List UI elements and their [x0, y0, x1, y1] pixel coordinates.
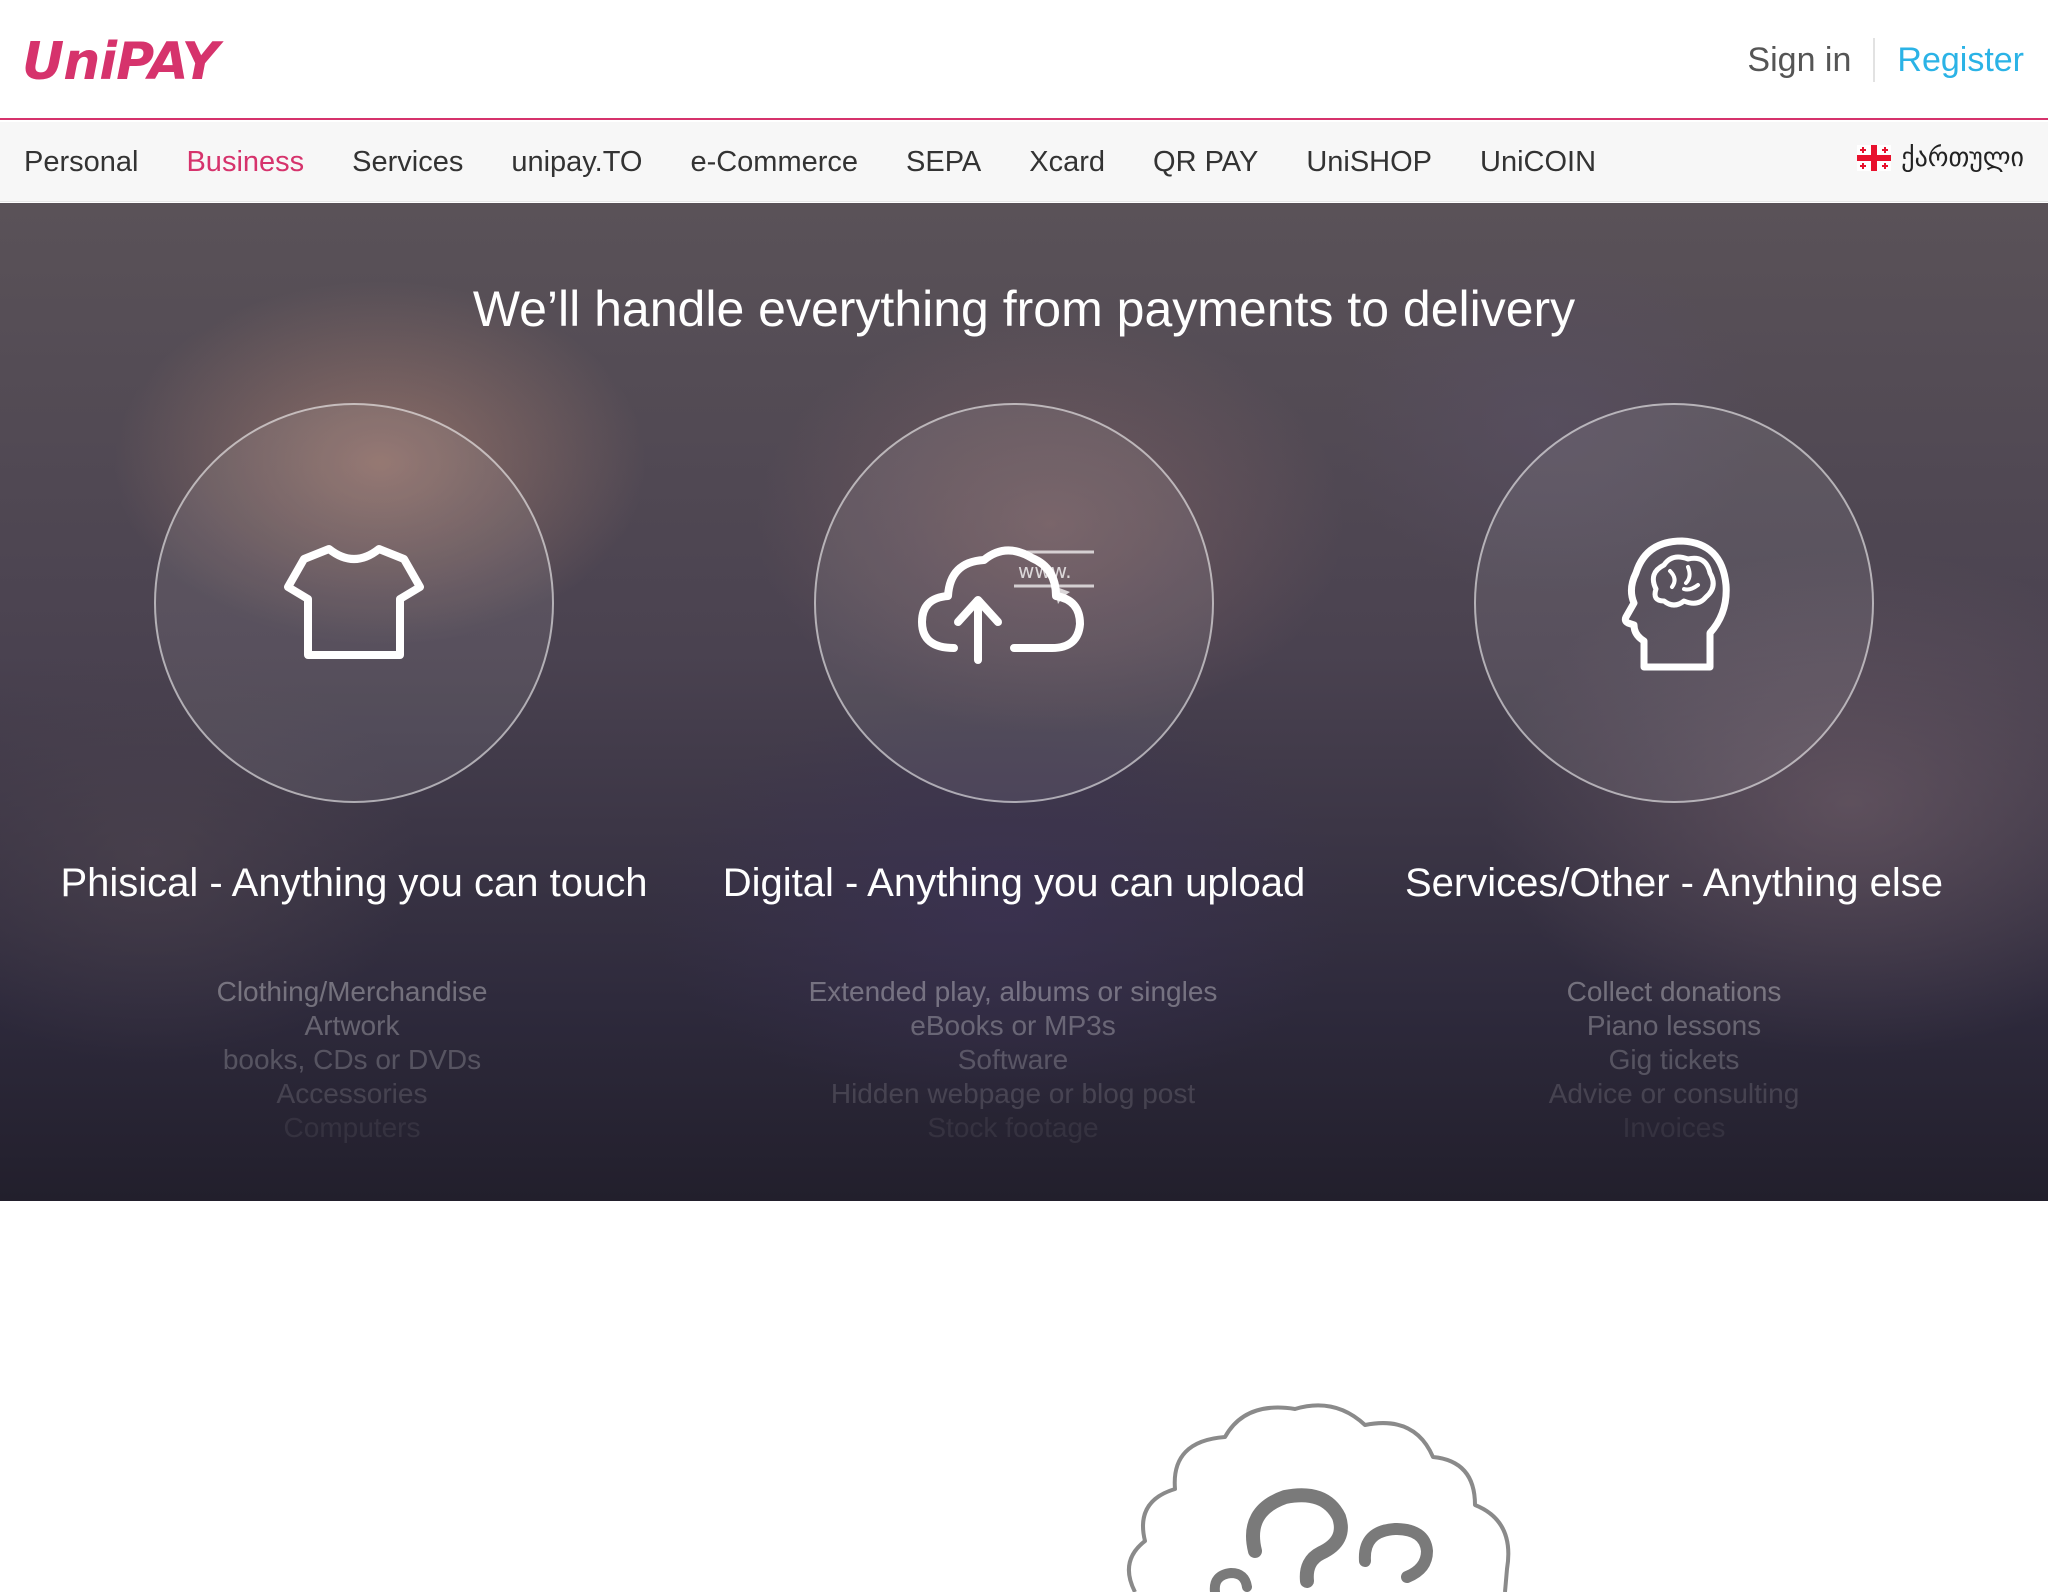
nav-item-e-commerce[interactable]: e-Commerce — [690, 142, 858, 182]
www-label: www. — [1018, 559, 1072, 583]
cloud-upload-icon: www. — [918, 546, 1094, 664]
list-item: Collect donations — [1566, 976, 1782, 1007]
physical-list: Clothing/Merchandise Artwork books, CDs … — [52, 975, 652, 1145]
list-item: Hidden webpage or blog post — [830, 1078, 1196, 1109]
list-item: Piano lessons — [1586, 1010, 1762, 1041]
list-item: Extended play, albums or singles — [808, 976, 1218, 1007]
nav-item-personal[interactable]: Personal — [24, 142, 138, 182]
list-item: Computers — [283, 1112, 421, 1143]
list-item: Advice or consulting — [1548, 1078, 1800, 1109]
question-cloud-icon — [1126, 1403, 1511, 1592]
georgian-flag-icon — [1857, 144, 1892, 171]
brain-head-icon — [1621, 537, 1730, 671]
list-item: books, CDs or DVDs — [222, 1044, 482, 1075]
services-list: Collect donations Piano lessons Gig tick… — [1374, 975, 1974, 1145]
list-item: Clothing/Merchandise — [216, 976, 488, 1007]
nav-item-qr-pay[interactable]: QR PAY — [1153, 142, 1258, 182]
digital-title: Digital - Anything you can upload — [722, 861, 1306, 905]
nav-item-unipay-to[interactable]: unipay.TO — [511, 142, 642, 182]
sign-in-link[interactable]: Sign in — [1747, 38, 1876, 82]
list-item: Accessories — [276, 1078, 428, 1109]
register-link[interactable]: Register — [1875, 38, 2024, 82]
nav-item-services[interactable]: Services — [352, 142, 463, 182]
unipay-logo[interactable]: UniPAY — [22, 30, 219, 94]
physical-circle[interactable] — [154, 403, 554, 803]
language-label: ქართული — [1901, 142, 2024, 172]
list-item: Artwork — [304, 1010, 400, 1041]
services-title: Services/Other - Anything else — [1404, 861, 1944, 905]
physical-title: Phisical - Anything you can touch — [60, 861, 648, 905]
main-nav: Personal Business Services unipay.TO e-C… — [0, 122, 2048, 202]
hero-title: We’ll handle everything from payments to… — [472, 281, 1576, 337]
nav-item-unishop[interactable]: UniSHOP — [1306, 142, 1432, 182]
digital-list: Extended play, albums or singles eBooks … — [713, 975, 1313, 1145]
services-circle[interactable] — [1474, 403, 1874, 803]
list-item: Gig tickets — [1608, 1044, 1740, 1075]
list-item: Stock footage — [927, 1112, 1099, 1143]
auth-links: Sign in Register — [1747, 30, 2024, 90]
hero-section: We’ll handle everything from payments to… — [0, 203, 2048, 1201]
lower-section — [0, 1201, 2048, 1592]
nav-item-sepa[interactable]: SEPA — [906, 142, 981, 182]
site-header: UniPAY Sign in Register — [0, 0, 2048, 120]
t-shirt-icon — [284, 545, 424, 659]
nav-item-business[interactable]: Business — [186, 142, 304, 182]
digital-circle[interactable]: www. — [814, 403, 1214, 803]
list-item: Invoices — [1622, 1112, 1726, 1143]
list-item: eBooks or MP3s — [910, 1010, 1116, 1041]
nav-item-xcard[interactable]: Xcard — [1029, 142, 1105, 182]
language-switcher[interactable]: ქართული — [1857, 142, 2024, 173]
list-item: Software — [957, 1044, 1069, 1075]
nav-item-unicoin[interactable]: UniCOIN — [1480, 142, 1596, 182]
